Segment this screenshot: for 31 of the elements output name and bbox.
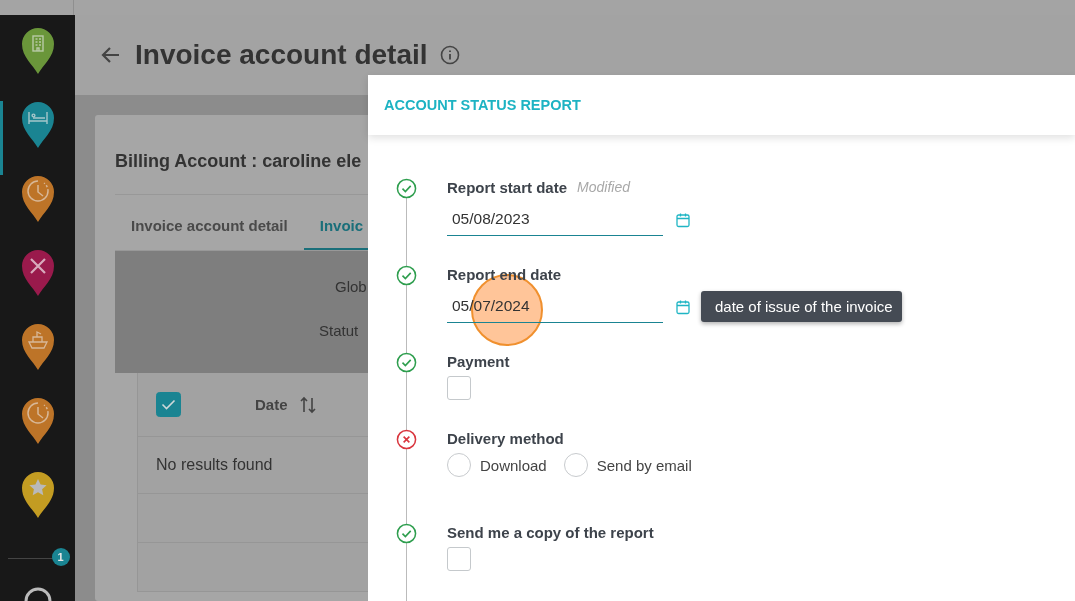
checkbox[interactable]: [447, 376, 471, 400]
building-pin-icon: [20, 27, 55, 75]
star-pin-icon: [20, 471, 55, 519]
radio-option[interactable]: Download: [447, 453, 547, 477]
summary-label: Glob: [335, 278, 367, 295]
calendar-icon[interactable]: [675, 211, 691, 228]
summary-label: Statut: [319, 322, 359, 339]
empty-message: No results found: [156, 456, 273, 474]
tooltip: date of issue of the invoice: [701, 291, 902, 322]
field-label: Delivery method: [447, 429, 564, 447]
column-header[interactable]: Date: [255, 396, 288, 413]
ship-pin-icon: [20, 323, 55, 371]
field-label: Payment: [447, 352, 510, 370]
field-label: Report start date: [447, 178, 568, 196]
avatar-icon[interactable]: [22, 587, 53, 601]
date-field[interactable]: 05/07/2024: [447, 290, 663, 323]
tab[interactable]: Invoice account detail: [115, 195, 304, 250]
dialog-title: ACCOUNT STATUS REPORT: [384, 97, 581, 113]
date-field[interactable]: 05/08/2023: [447, 203, 663, 236]
bed-pin-icon: [20, 101, 55, 149]
field-label: Send me a copy of the report: [447, 523, 654, 541]
info-icon[interactable]: [439, 45, 460, 65]
clock-pin-icon: [20, 397, 55, 445]
checkbox[interactable]: [447, 547, 471, 571]
calendar-icon[interactable]: [675, 298, 691, 315]
select-all-checkbox[interactable]: [156, 392, 181, 417]
radio-option[interactable]: Send by email: [563, 453, 692, 477]
modified-note: Modified: [577, 179, 630, 195]
notification-badge: 1: [51, 548, 70, 566]
page-title: Invoice account detail: [135, 39, 428, 71]
clock-pin-icon: [20, 175, 55, 223]
